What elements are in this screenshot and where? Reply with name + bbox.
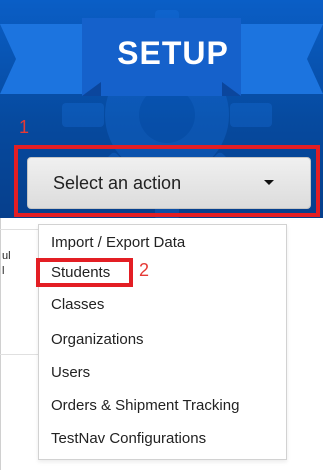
caret-down-icon [264, 180, 274, 185]
menu-item-import-export-data[interactable]: Import / Export Data [51, 235, 185, 250]
background-text-fragment: l [2, 265, 5, 277]
select-action-button[interactable]: Select an action [27, 157, 311, 209]
step-one-annotation: 1 [19, 117, 30, 137]
background-text-fragment: ul [2, 250, 11, 262]
step-two-annotation: 2 [139, 260, 150, 280]
menu-item-organizations[interactable]: Organizations [51, 332, 144, 347]
select-action-label: Select an action [53, 173, 182, 193]
menu-item-orders-shipment-tracking[interactable]: Orders & Shipment Tracking [51, 398, 239, 413]
menu-item-classes[interactable]: Classes [51, 297, 104, 312]
menu-item-users[interactable]: Users [51, 365, 90, 380]
screenshot-page: SETUP 1 Select an action ul l Import / E… [0, 0, 323, 470]
menu-item-testnav-configurations[interactable]: TestNav Configurations [51, 431, 206, 446]
step-two-highlight [36, 258, 133, 287]
page-title: SETUP [117, 35, 229, 71]
setup-panel: SETUP 1 Select an action [0, 0, 323, 218]
